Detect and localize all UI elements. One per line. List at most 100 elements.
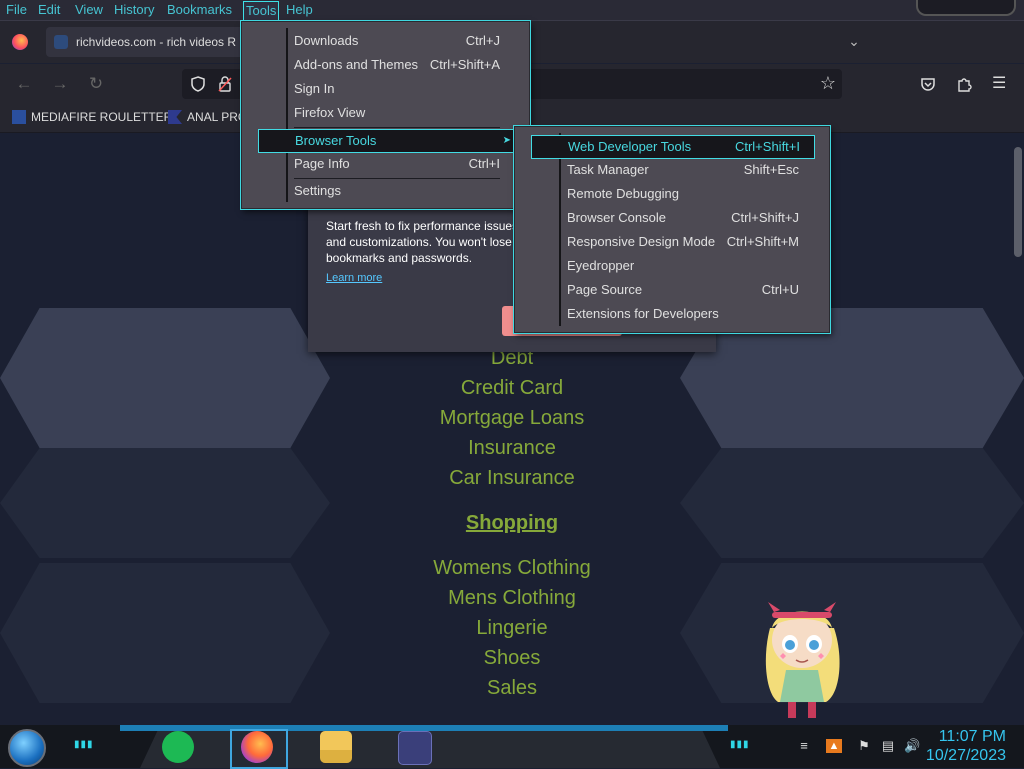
link-lingerie[interactable]: Lingerie [0, 617, 1024, 640]
menu-item-shortcut: Ctrl+Shift+M [726, 234, 799, 249]
taskbar-decoration-dots: ▮▮▮ [730, 739, 750, 750]
bookmark-icon [168, 110, 182, 124]
menu-item-extensions-for-developers[interactable]: Extensions for Developers [567, 303, 799, 325]
menu-help[interactable]: Help [284, 1, 315, 19]
menu-item-shortcut: Ctrl+Shift+J [731, 210, 799, 225]
shield-icon[interactable] [190, 76, 206, 92]
window-app-icon[interactable] [398, 731, 432, 765]
file-explorer-icon[interactable] [320, 731, 352, 763]
submenu-arrow-icon: ➤ [502, 135, 511, 146]
menu-bar: File Edit View History Bookmarks Tools H… [0, 0, 1024, 21]
extensions-puzzle-icon[interactable] [956, 76, 972, 92]
menu-item-settings[interactable]: Settings [294, 180, 500, 202]
flag-icon[interactable]: ⚑ [856, 739, 872, 753]
link-mens-clothing[interactable]: Mens Clothing [0, 587, 1024, 610]
menu-item-browser-tools[interactable]: Browser Tools ➤ [258, 129, 516, 153]
menu-item-page-info[interactable]: Page Info Ctrl+I [294, 153, 500, 175]
lock-icon[interactable] [218, 76, 232, 92]
menu-item-label: Settings [294, 183, 341, 198]
tab-title: richvideos.com - rich videos R [76, 35, 237, 49]
taskbar-clock[interactable]: 11:07 PM 10/27/2023 [926, 727, 1006, 765]
menu-item-eyedropper[interactable]: Eyedropper [567, 255, 799, 277]
menu-item-label: Page Info [294, 156, 350, 171]
menu-item-add-ons-and-themes[interactable]: Add-ons and Themes Ctrl+Shift+A [294, 54, 500, 76]
menu-tools[interactable]: Tools [243, 1, 280, 21]
reload-icon[interactable]: ↻ [86, 74, 106, 94]
menu-item-page-source[interactable]: Page Source Ctrl+U [567, 279, 799, 301]
firefox-icon[interactable] [241, 731, 273, 763]
scrollbar[interactable] [1014, 147, 1022, 257]
menu-item-shortcut: Ctrl+U [761, 282, 799, 297]
menu-item-sign-in[interactable]: Sign In [294, 78, 500, 100]
network-icon[interactable]: ▤ [880, 739, 896, 753]
tray-app-icon[interactable]: ▲ [826, 739, 842, 753]
mediafire-icon [12, 110, 26, 124]
browser-tools-submenu: Web Developer Tools Ctrl+Shift+I Task Mana… [514, 126, 830, 333]
menu-file[interactable]: File [4, 1, 29, 19]
menu-item-browser-console[interactable]: Browser Console Ctrl+Shift+J [567, 207, 799, 229]
list-all-tabs-chevron-icon[interactable]: ⌄ [846, 33, 862, 49]
back-arrow-icon[interactable]: ← [14, 74, 34, 94]
start-button-orb-icon[interactable] [8, 729, 46, 767]
character-sticker [765, 602, 840, 718]
link-car-insurance[interactable]: Car Insurance [0, 467, 1024, 490]
menu-bookmarks[interactable]: Bookmarks [165, 1, 234, 19]
section-heading-shopping[interactable]: Shopping [0, 512, 1024, 535]
menu-item-remote-debugging[interactable]: Remote Debugging [567, 183, 799, 205]
link-insurance[interactable]: Insurance [0, 437, 1024, 460]
window-corner-decoration [916, 0, 1016, 16]
link-sales[interactable]: Sales [0, 677, 1024, 700]
menu-history[interactable]: History [112, 1, 156, 19]
tab-richvideos[interactable]: richvideos.com - rich videos R [46, 27, 246, 57]
menu-item-shortcut: Shift+Esc [743, 162, 799, 177]
menu-rail [286, 28, 288, 202]
menu-item-shortcut: Ctrl+J [465, 33, 500, 48]
link-credit-card[interactable]: Credit Card [0, 377, 1024, 400]
show-hidden-icons-icon[interactable]: ≡ [796, 739, 812, 753]
menu-separator [294, 127, 500, 128]
hamburger-menu-icon[interactable]: ☰ [992, 74, 1006, 94]
menu-edit[interactable]: Edit [36, 1, 62, 19]
menu-item-label: Page Source [567, 282, 643, 297]
clock-time: 11:07 PM [938, 728, 1006, 745]
menu-item-task-manager[interactable]: Task Manager Shift+Esc [567, 159, 799, 181]
background-hex-shape [680, 448, 1024, 558]
menu-item-label: Firefox View [294, 105, 366, 120]
taskbar: ▮▮▮ ▮▮▮ ≡ ▲ ⚑ ▤ 🔊 11:07 PM 10/27/2023 [0, 725, 1024, 769]
bookmark-label: MEDIAFIRE ROULETTER [31, 110, 173, 124]
menu-item-web-developer-tools[interactable]: Web Developer Tools Ctrl+Shift+I [531, 135, 815, 159]
menu-item-shortcut: Ctrl+I [468, 156, 500, 171]
menu-item-downloads[interactable]: Downloads Ctrl+J [294, 30, 500, 52]
link-womens-clothing[interactable]: Womens Clothing [0, 557, 1024, 580]
menu-item-label: Sign In [294, 81, 335, 96]
menu-item-label: Extensions for Developers [567, 306, 719, 321]
menu-item-label: Browser Tools [295, 133, 377, 148]
menu-item-firefox-view[interactable]: Firefox View [294, 102, 500, 124]
forward-arrow-icon[interactable]: → [50, 74, 70, 94]
taskbar-decoration-dots: ▮▮▮ [74, 739, 94, 750]
menu-item-shortcut: Ctrl+Shift+I [734, 139, 800, 154]
volume-icon[interactable]: 🔊 [904, 739, 920, 753]
menu-item-label: Add-ons and Themes [294, 57, 419, 72]
site-favicon-icon [54, 35, 68, 49]
menu-item-label: Browser Console [567, 210, 666, 225]
learn-more-link[interactable]: Learn more [326, 272, 382, 284]
firefox-view-icon[interactable] [12, 34, 28, 50]
menu-item-label: Eyedropper [567, 258, 635, 273]
popup-message: Start fresh to fix performance issues an… [326, 219, 519, 265]
background-hex-shape [0, 448, 330, 558]
clock-date: 10/27/2023 [925, 747, 1006, 764]
menu-item-shortcut: Ctrl+Shift+A [429, 57, 500, 72]
menu-item-responsive-design-mode[interactable]: Responsive Design Mode Ctrl+Shift+M [567, 231, 799, 253]
pocket-icon[interactable] [920, 76, 936, 92]
menu-view[interactable]: View [73, 1, 105, 19]
link-mortgage-loans[interactable]: Mortgage Loans [0, 407, 1024, 430]
bookmark-anal-pro[interactable]: ANAL PRO [168, 110, 247, 124]
bookmark-mediafire[interactable]: MEDIAFIRE ROULETTER [12, 110, 172, 124]
spotify-icon[interactable] [162, 731, 194, 763]
link-shoes[interactable]: Shoes [0, 647, 1024, 670]
menu-separator [294, 178, 500, 179]
bookmark-star-icon[interactable]: ☆ [820, 73, 836, 93]
menu-item-label: Responsive Design Mode [567, 234, 716, 249]
menu-item-label: Downloads [294, 33, 359, 48]
